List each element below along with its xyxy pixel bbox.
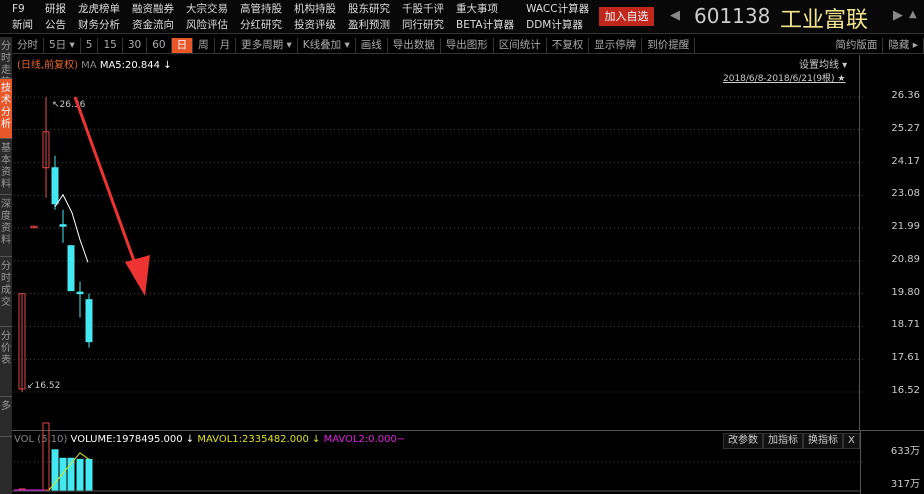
chart-canvas — [12, 96, 866, 492]
volume-bar — [51, 449, 59, 491]
candle-body — [85, 299, 93, 343]
volume-bar — [42, 422, 50, 491]
candle-body — [67, 245, 75, 292]
volume-bar — [85, 458, 93, 491]
candle-body — [59, 224, 67, 227]
annotation-arrow — [73, 96, 140, 273]
candle-body — [51, 167, 59, 205]
volume-bar — [59, 457, 67, 491]
annotation-arrowhead — [125, 255, 150, 296]
candle-body — [76, 291, 84, 295]
volume-bar — [76, 458, 84, 491]
